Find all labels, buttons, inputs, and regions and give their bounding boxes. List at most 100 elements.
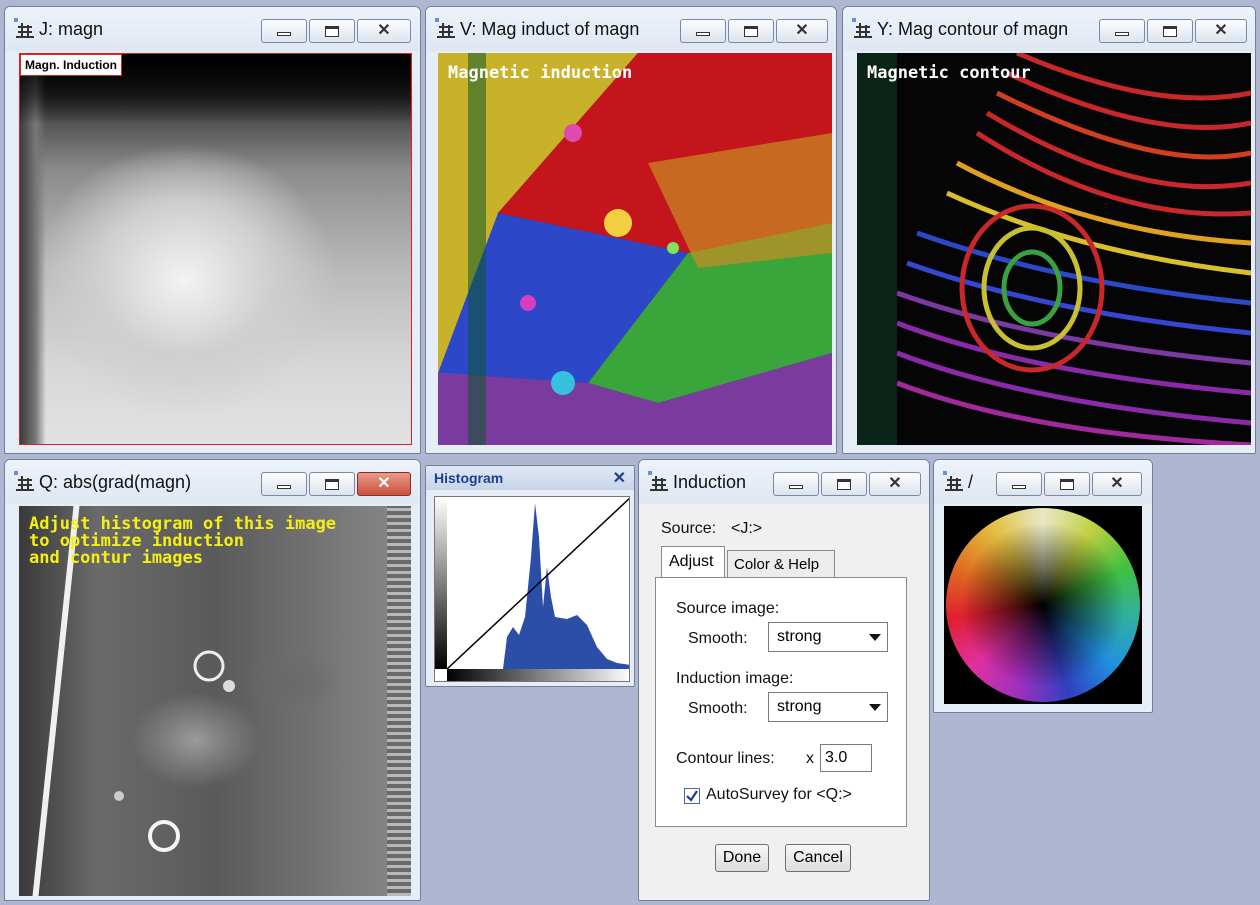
cancel-label: Cancel — [793, 849, 843, 866]
source-label: Source: — [661, 520, 717, 537]
minimize-button[interactable] — [996, 472, 1042, 496]
close-button[interactable]: ✕ — [776, 19, 828, 43]
maximize-button[interactable] — [1147, 19, 1193, 43]
window-v-mag-induct[interactable]: V: Mag induct of magn ✕ Magnetic inducti… — [425, 6, 837, 454]
tab-color-help[interactable]: Color & Help — [727, 550, 835, 578]
minimize-icon — [277, 485, 291, 489]
titlebar[interactable]: Y: Mag contour of magn ✕ — [843, 7, 1255, 51]
done-button[interactable]: Done — [715, 844, 769, 872]
contour-lines-input[interactable] — [820, 744, 872, 772]
minimize-icon — [1012, 485, 1026, 489]
color-wheel-canvas[interactable] — [944, 506, 1142, 704]
maximize-button[interactable] — [309, 472, 355, 496]
app-icon[interactable] — [647, 470, 671, 494]
titlebar[interactable]: V: Mag induct of magn ✕ — [426, 7, 836, 51]
contour-image[interactable]: Magnetic contour — [857, 53, 1251, 445]
window-title: Induction — [673, 472, 747, 492]
source-smooth-label: Smooth: — [688, 630, 748, 647]
chevron-down-icon — [869, 704, 881, 711]
window-q-abs-grad[interactable]: Q: abs(grad(magn) ✕ Adjust histogram of … — [4, 459, 421, 901]
minimize-icon — [277, 32, 291, 36]
histogram-titlebar[interactable]: Histogram ✕ — [426, 466, 634, 490]
tab-adjust[interactable]: Adjust — [661, 546, 725, 578]
app-icon[interactable] — [434, 17, 458, 41]
window-color-wheel[interactable]: / ✕ — [933, 459, 1153, 713]
source-smooth-select[interactable]: strong — [768, 622, 888, 652]
close-icon: ✕ — [795, 22, 809, 39]
magnetic-contour-overlay: Magnetic contour — [867, 63, 1031, 83]
window-y-mag-contour[interactable]: Y: Mag contour of magn ✕ Magnetic contou… — [842, 6, 1256, 454]
minimize-button[interactable] — [773, 472, 819, 496]
maximize-icon — [837, 478, 851, 490]
source-smooth-value: strong — [777, 628, 822, 645]
titlebar[interactable]: J: magn ✕ — [5, 7, 420, 51]
done-label: Done — [722, 849, 762, 866]
induction-image-label: Induction image: — [676, 670, 794, 687]
maximize-icon — [325, 25, 339, 37]
window-j-magn[interactable]: J: magn ✕ Magn. Induction — [4, 6, 421, 454]
vertical-grayscale-bar — [435, 497, 447, 669]
window-title: J: magn — [39, 19, 104, 39]
induction-smooth-select[interactable]: strong — [768, 692, 888, 722]
close-button[interactable]: ✕ — [357, 19, 411, 43]
minimize-icon — [1115, 32, 1129, 36]
induction-smooth-label: Smooth: — [688, 700, 748, 717]
maximize-button[interactable] — [1044, 472, 1090, 496]
app-icon[interactable] — [851, 17, 875, 41]
close-button[interactable]: ✕ — [357, 472, 411, 496]
titlebar[interactable]: Induction ✕ — [639, 460, 929, 504]
window-histogram[interactable]: Histogram ✕ — [425, 465, 635, 687]
window-title: / — [968, 472, 974, 492]
window-title: Y: Mag contour of magn — [877, 19, 1069, 39]
close-button[interactable]: ✕ — [869, 472, 921, 496]
close-icon: ✕ — [377, 22, 391, 39]
checkmark-icon — [686, 790, 698, 802]
maximize-button[interactable] — [309, 19, 355, 43]
color-wheel — [946, 508, 1140, 702]
window-title: V: Mag induct of magn — [460, 19, 640, 39]
autosurvey-label: AutoSurvey for <Q:> — [706, 786, 852, 803]
minimize-icon — [696, 32, 710, 36]
minimize-button[interactable] — [680, 19, 726, 43]
minimize-button[interactable] — [1099, 19, 1145, 43]
titlebar[interactable]: Q: abs(grad(magn) ✕ — [5, 460, 420, 504]
maximize-button[interactable] — [821, 472, 867, 496]
close-icon: ✕ — [888, 475, 902, 492]
titlebar[interactable]: / ✕ — [934, 460, 1152, 504]
contour-lines-label: Contour lines: — [676, 750, 775, 767]
induction-smooth-value: strong — [777, 698, 822, 715]
autosurvey-checkbox[interactable] — [684, 788, 700, 804]
histogram-hint-note: Adjust histogram of this image to optimi… — [29, 514, 337, 568]
minimize-button[interactable] — [261, 472, 307, 496]
maximize-icon — [1060, 478, 1074, 490]
close-button[interactable]: ✕ — [1195, 19, 1247, 43]
app-icon[interactable] — [13, 470, 37, 494]
window-title: Q: abs(grad(magn) — [39, 472, 192, 492]
magn-induction-label: Magn. Induction — [20, 54, 122, 76]
maximize-button[interactable] — [728, 19, 774, 43]
close-icon: ✕ — [1214, 22, 1228, 39]
window-induction-dialog[interactable]: Induction ✕ Source: <J:> Adjust Color & … — [638, 459, 930, 901]
contour-multiplier-prefix: x — [806, 750, 814, 767]
contour-map — [857, 53, 1251, 445]
close-button[interactable]: ✕ — [1092, 472, 1142, 496]
close-icon: ✕ — [377, 475, 391, 492]
histogram-bars — [447, 497, 629, 669]
close-icon[interactable]: ✕ — [613, 468, 626, 488]
cancel-button[interactable]: Cancel — [785, 844, 851, 872]
app-icon[interactable] — [942, 470, 966, 494]
magnitude-image[interactable]: Magn. Induction — [19, 53, 412, 445]
gradient-image[interactable]: Adjust histogram of this image to optimi… — [19, 506, 411, 896]
maximize-icon — [744, 25, 758, 37]
tab-adjust-label: Adjust — [669, 553, 714, 570]
maximize-icon — [325, 478, 339, 490]
induction-map — [438, 53, 832, 445]
histogram-title: Histogram — [434, 470, 504, 486]
maximize-icon — [1163, 25, 1177, 37]
histogram-plot[interactable] — [434, 496, 630, 682]
app-icon[interactable] — [13, 17, 37, 41]
minimize-button[interactable] — [261, 19, 307, 43]
source-image-label: Source image: — [676, 600, 780, 617]
chevron-down-icon — [869, 634, 881, 641]
induction-image[interactable]: Magnetic induction — [438, 53, 832, 445]
